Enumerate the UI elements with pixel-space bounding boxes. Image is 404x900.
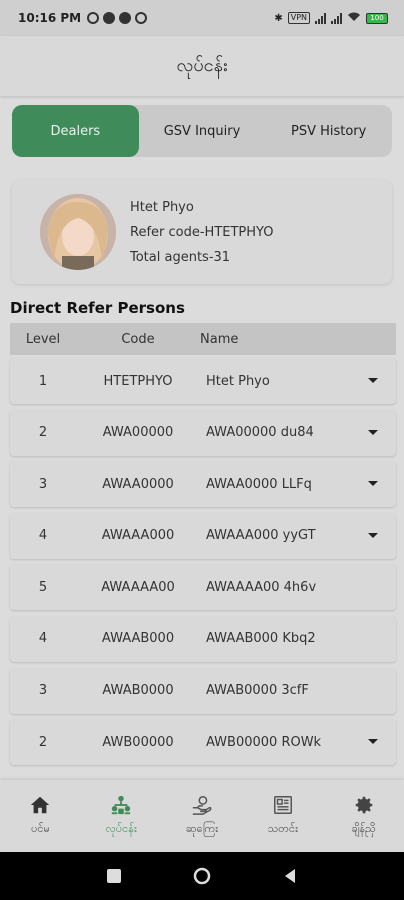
nav-item-business[interactable]: လုပ်ငန်း xyxy=(81,780,162,852)
signal-icon xyxy=(315,12,326,24)
row-code: AWAA0000 xyxy=(102,476,174,492)
table-row[interactable]: 3 AWAA0000 AWAA0000 LLFq xyxy=(10,461,396,508)
table-row[interactable]: 3 AWAB0000 AWAB0000 3cfF xyxy=(10,667,396,714)
messenger-icon xyxy=(103,12,116,24)
reward-hand-icon xyxy=(192,796,212,815)
row-level: 3 xyxy=(38,683,48,699)
recents-icon[interactable] xyxy=(105,867,123,885)
row-level: 4 xyxy=(38,528,48,544)
status-bar: 10:16 PM ✱ VPN 100 xyxy=(0,0,404,36)
table-row[interactable]: 4 AWAAA000 AWAAA000 yyGT xyxy=(10,512,396,559)
row-name: AWAAAA00 4h6v xyxy=(206,579,317,595)
table-row[interactable]: 2 AWA00000 AWA00000 du84 xyxy=(10,409,396,456)
network-icon xyxy=(112,795,131,815)
row-name: AWAAB000 Kbq2 xyxy=(206,631,316,647)
telegram-icon xyxy=(135,12,148,24)
header-code: Code xyxy=(121,331,155,347)
status-time: 10:16 PM xyxy=(18,11,82,25)
expand-caret-icon[interactable] xyxy=(368,378,378,383)
row-code: AWAB0000 xyxy=(102,683,174,699)
profile-info: Htet Phyo Refer code-HTETPHYO Total agen… xyxy=(130,200,274,265)
table-row[interactable]: 5 AWAAAA00 AWAAAA00 4h6v xyxy=(10,564,396,611)
expand-caret-icon[interactable] xyxy=(368,429,378,435)
table-header: Level Code Name xyxy=(10,323,396,355)
chat-icon xyxy=(119,12,132,24)
row-name: AWA00000 du84 xyxy=(206,425,314,441)
segmented-tabs: Dealers GSV Inquiry PSV History xyxy=(12,105,392,157)
nav-item-news[interactable]: သတင်း xyxy=(242,780,323,852)
system-nav-bar xyxy=(0,852,404,900)
news-icon xyxy=(273,796,292,814)
profile-card: Htet Phyo Refer code-HTETPHYO Total agen… xyxy=(12,180,392,284)
expand-caret-icon[interactable] xyxy=(368,532,378,538)
row-level: 2 xyxy=(38,425,48,441)
row-code: AWA00000 xyxy=(102,425,174,441)
nav-item-settings[interactable]: ချိန်ညှိ xyxy=(323,780,404,852)
wifi-icon xyxy=(347,11,361,25)
header-level: Level xyxy=(25,331,61,347)
nav-label-news: သတင်း xyxy=(267,822,298,835)
tab-psv-history[interactable]: PSV History xyxy=(265,105,392,157)
battery-level: 100 xyxy=(366,12,388,24)
row-name: Htet Phyo xyxy=(206,373,270,389)
home-icon xyxy=(31,796,50,814)
row-name: AWAAA000 yyGT xyxy=(206,528,316,544)
nav-label-settings: ချိန်ညှိ xyxy=(351,822,376,835)
row-code: AWAAAA00 xyxy=(101,579,175,595)
back-icon[interactable] xyxy=(281,867,299,885)
app-bar: လုပ်ငန်း xyxy=(0,36,404,96)
row-level: 5 xyxy=(38,579,48,595)
nav-label-business: လုပ်ငန်း xyxy=(105,822,137,835)
avatar xyxy=(40,194,116,270)
row-name: AWB00000 ROWk xyxy=(206,734,322,750)
row-name: AWAA0000 LLFq xyxy=(206,476,312,492)
tab-dealers[interactable]: Dealers xyxy=(12,105,139,157)
row-level: 3 xyxy=(38,476,48,492)
bluetooth-icon: ✱ xyxy=(274,12,283,24)
row-name: AWAB0000 3cfF xyxy=(206,683,309,699)
row-code: HTETPHYO xyxy=(103,373,173,389)
profile-total-agents: Total agents-31 xyxy=(130,249,231,265)
row-level: 1 xyxy=(38,373,48,389)
home-button-icon[interactable] xyxy=(193,867,211,885)
row-level: 4 xyxy=(38,631,48,647)
nav-label-home: ပင်မ xyxy=(31,822,50,835)
profile-refer-code: Refer code-HTETPHYO xyxy=(130,224,274,240)
table-row[interactable]: 2 AWB00000 AWB00000 ROWk xyxy=(10,719,396,766)
section-title: Direct Refer Persons xyxy=(10,299,185,317)
battery-icon: 100 xyxy=(366,12,388,24)
nav-label-reward: ဆုကြေး xyxy=(185,822,219,835)
row-code: AWAAB000 xyxy=(101,631,175,647)
signal-icon-2 xyxy=(331,12,342,24)
expand-caret-icon[interactable] xyxy=(368,739,378,745)
profile-name: Htet Phyo xyxy=(130,199,194,215)
table-row[interactable]: 1 HTETPHYO Htet Phyo xyxy=(10,358,396,404)
status-right: ✱ VPN 100 xyxy=(274,11,388,25)
status-left: 10:16 PM xyxy=(18,11,148,25)
bottom-nav: ပင်မ လုပ်ငန်း ဆုကြေး သတင်း ချိန်ညှိ xyxy=(0,780,404,852)
gear-icon xyxy=(355,796,372,814)
nav-item-reward[interactable]: ဆုကြေး xyxy=(162,780,243,852)
row-code: AWAAA000 xyxy=(101,528,175,544)
tab-gsv-inquiry[interactable]: GSV Inquiry xyxy=(139,105,266,157)
header-name: Name xyxy=(200,331,239,347)
table-row[interactable]: 4 AWAAB000 AWAAB000 Kbq2 xyxy=(10,615,396,662)
row-level: 2 xyxy=(38,734,48,750)
alarm-icon xyxy=(87,12,100,24)
notification-icons xyxy=(87,12,148,24)
page-title: လုပ်ငန်း xyxy=(176,54,228,76)
expand-caret-icon[interactable] xyxy=(368,481,378,487)
row-code: AWB00000 xyxy=(102,734,174,750)
nav-item-home[interactable]: ပင်မ xyxy=(0,780,81,852)
refer-list: 1 HTETPHYO Htet Phyo 2 AWA00000 AWA00000… xyxy=(10,358,396,771)
vpn-badge: VPN xyxy=(287,12,310,24)
